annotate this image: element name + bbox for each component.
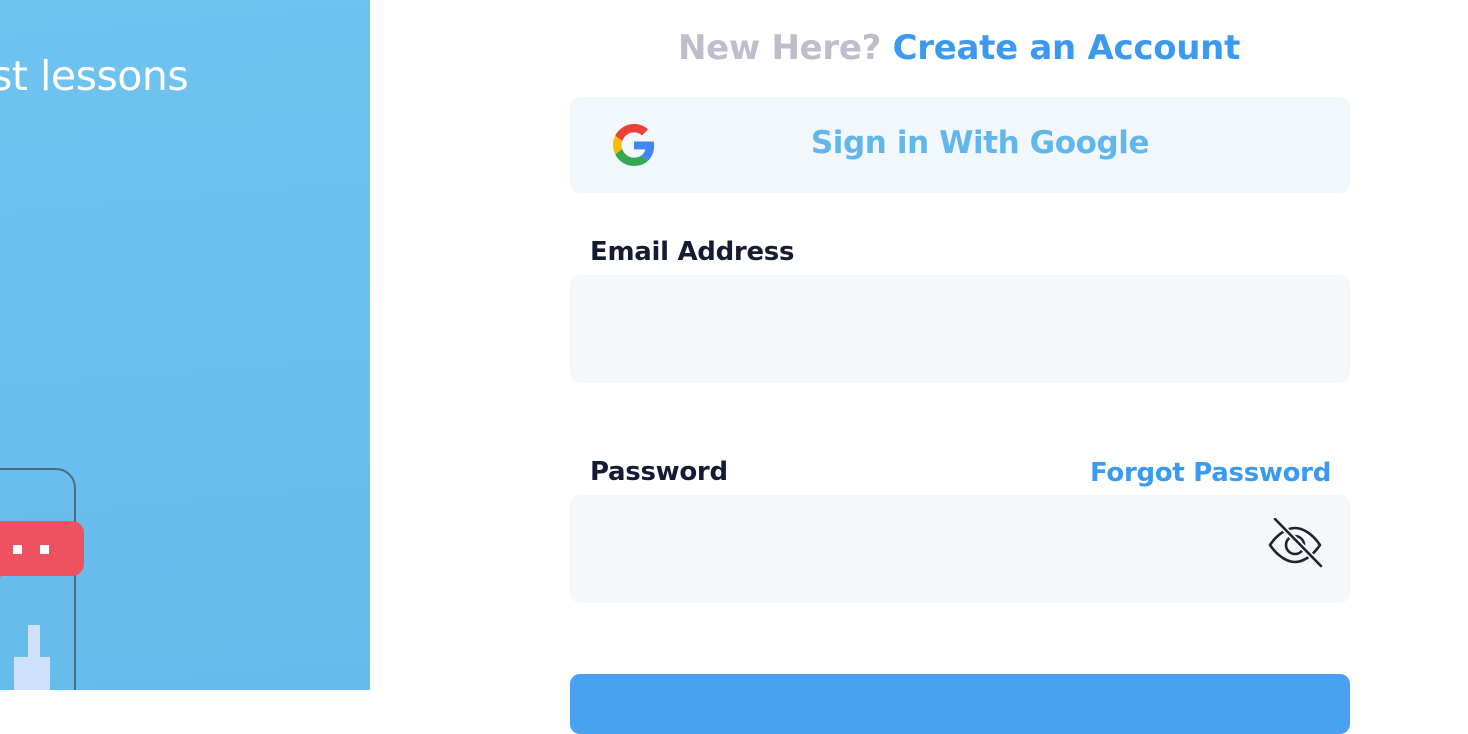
- login-button[interactable]: [570, 674, 1350, 734]
- password-label: Password: [590, 457, 728, 487]
- chat-bubble-dot: [40, 545, 49, 554]
- chat-bubble-dot: [13, 545, 22, 554]
- create-account-link[interactable]: Create an Account: [893, 28, 1241, 68]
- forgot-password-link[interactable]: Forgot Password: [1090, 458, 1331, 488]
- email-field[interactable]: [570, 275, 1350, 383]
- chat-bubble-tail: [0, 570, 4, 590]
- email-label: Email Address: [590, 237, 795, 267]
- new-here-text: New Here?: [677, 28, 882, 68]
- eye-off-icon[interactable]: [1266, 518, 1324, 568]
- building-illustration: [14, 625, 50, 690]
- hero-panel: st lessons: [0, 0, 370, 690]
- signup-prompt: New Here? Create an Account: [0, 28, 1468, 68]
- google-signin-label: Sign in With Google: [810, 125, 1150, 161]
- password-field[interactable]: [570, 495, 1350, 603]
- google-signin-button[interactable]: Sign in With Google: [570, 97, 1350, 193]
